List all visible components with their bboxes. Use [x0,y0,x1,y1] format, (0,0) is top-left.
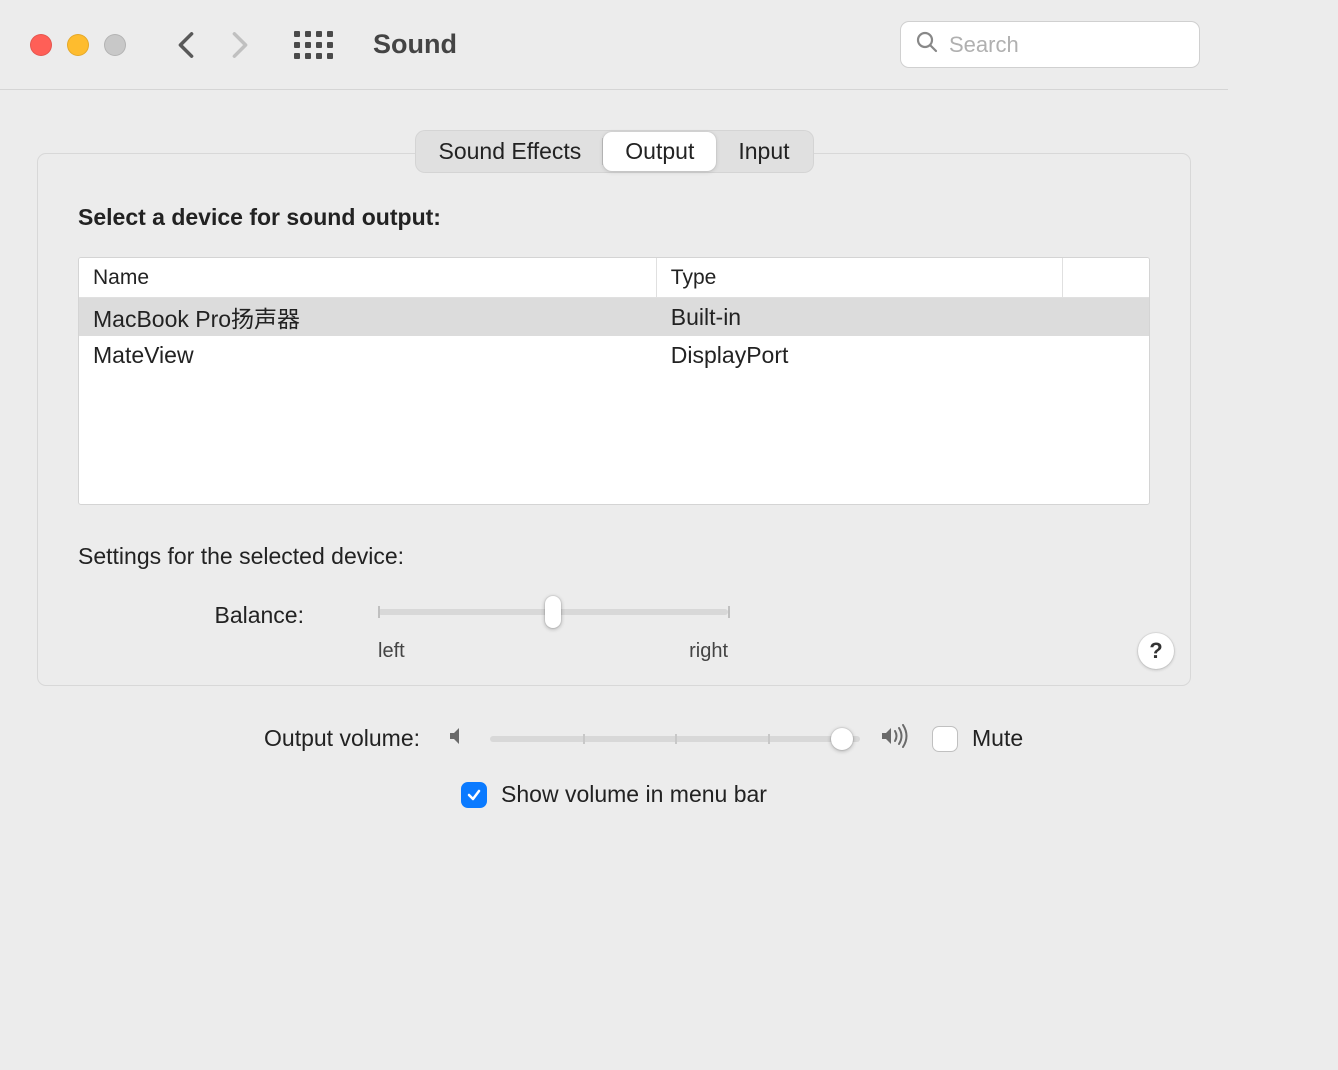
column-header-spacer [1063,258,1149,297]
title-bar: Sound [0,0,1228,90]
tab-input[interactable]: Input [716,132,811,171]
output-device-heading: Select a device for sound output: [78,204,1150,231]
table-header: Name Type [79,258,1149,298]
device-table: Name Type MacBook Pro扬声器 Built-in MateVi… [78,257,1150,505]
table-row[interactable]: MateView DisplayPort [79,336,1149,374]
search-icon [915,30,939,59]
window-title: Sound [373,29,457,60]
balance-label: Balance: [178,600,378,629]
column-header-type[interactable]: Type [657,258,1064,297]
forward-button [230,35,250,55]
help-button[interactable]: ? [1138,633,1174,669]
column-header-name[interactable]: Name [79,258,657,297]
tab-output[interactable]: Output [603,132,716,171]
search-input[interactable] [949,32,1185,58]
show-all-prefs-button[interactable] [294,31,333,59]
tabs: Sound Effects Output Input [0,130,1228,173]
balance-slider-thumb[interactable] [545,596,561,628]
volume-high-icon [880,724,912,753]
balance-left-label: left [378,640,405,663]
mute-label: Mute [972,725,1023,752]
mute-checkbox[interactable] [932,726,958,752]
output-volume-row: Output volume: Mute [37,724,1191,753]
segmented-control: Sound Effects Output Input [415,130,814,173]
volume-slider-thumb[interactable] [831,728,853,750]
search-field[interactable] [900,21,1200,68]
device-type: Built-in [657,304,1064,331]
device-name: MateView [79,342,657,369]
minimize-window-button[interactable] [67,34,89,56]
footer: Output volume: Mute Show volume in menu [37,724,1191,808]
nav-arrows [176,35,250,55]
balance-row: Balance: left right [178,600,1150,663]
device-name: MacBook Pro扬声器 [79,300,657,334]
close-window-button[interactable] [30,34,52,56]
back-button[interactable] [176,35,196,55]
balance-right-label: right [689,640,728,663]
traffic-lights [30,34,126,56]
output-volume-slider[interactable] [490,727,860,751]
tab-sound-effects[interactable]: Sound Effects [417,132,604,171]
maximize-window-button [104,34,126,56]
output-volume-label: Output volume: [66,725,426,752]
show-volume-menubar-row: Show volume in menu bar [461,781,767,808]
show-volume-menubar-label: Show volume in menu bar [501,781,767,808]
device-type: DisplayPort [657,342,1064,369]
table-body: MacBook Pro扬声器 Built-in MateView Display… [79,298,1149,504]
mute-group: Mute [932,725,1162,752]
volume-low-icon [446,724,470,753]
balance-slider[interactable]: left right [378,600,728,663]
main-group: Select a device for sound output: Name T… [37,153,1191,686]
show-volume-menubar-checkbox[interactable] [461,782,487,808]
table-row[interactable]: MacBook Pro扬声器 Built-in [79,298,1149,336]
settings-heading: Settings for the selected device: [78,543,1150,570]
